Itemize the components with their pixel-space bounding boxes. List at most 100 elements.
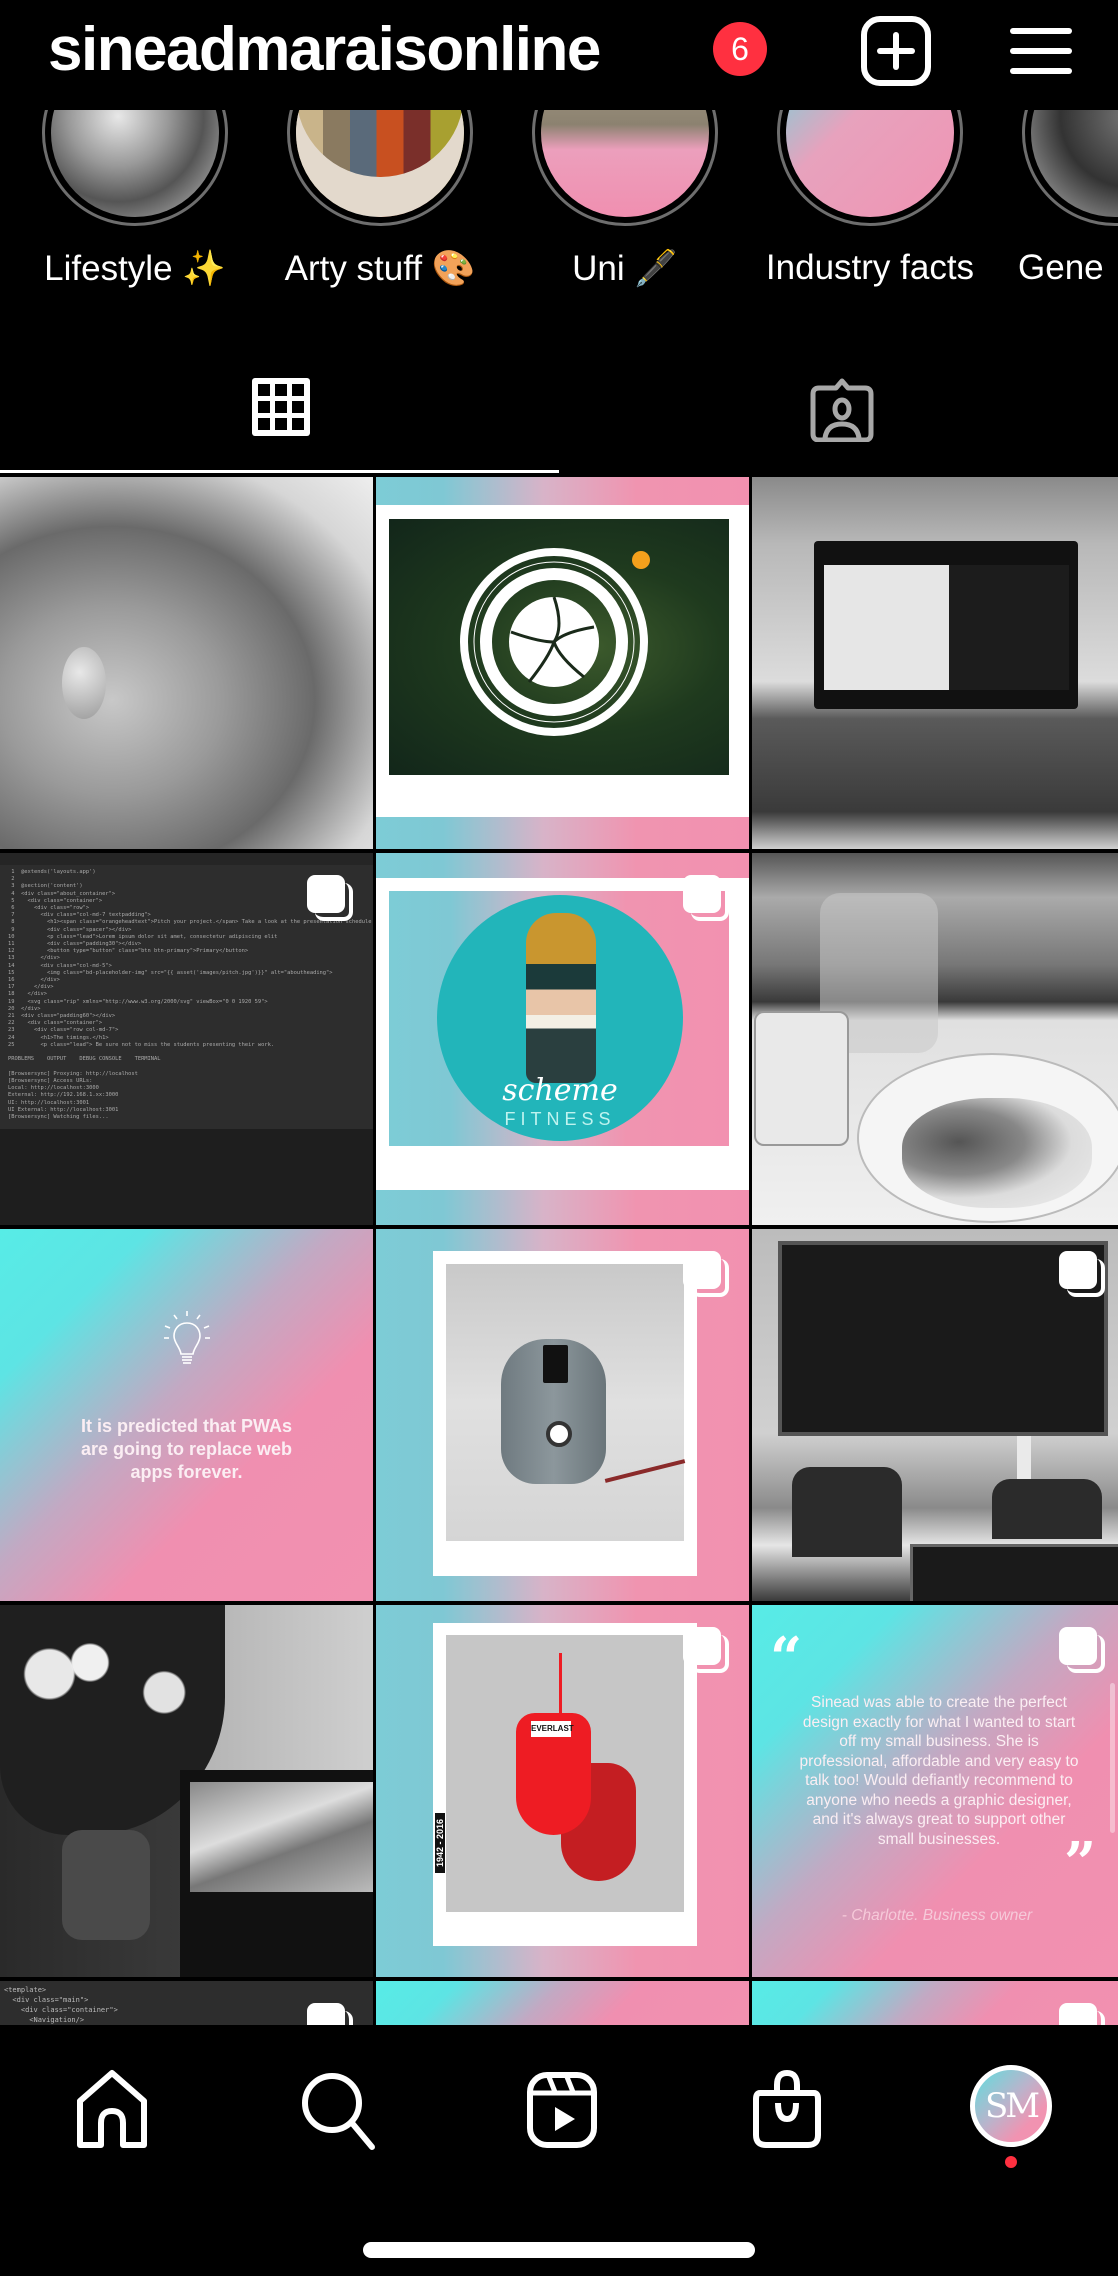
hamburger-menu-icon xyxy=(1010,28,1072,74)
post-tile[interactable] xyxy=(376,1229,749,1601)
camera-shutter-logo-icon xyxy=(460,548,648,736)
highlight-ring xyxy=(42,110,228,226)
editor-tabs-bar xyxy=(0,853,373,865)
post-tile[interactable] xyxy=(752,1981,1118,2025)
highlight-ring xyxy=(777,110,963,226)
new-post-button[interactable] xyxy=(858,13,934,89)
post-tile[interactable] xyxy=(0,477,373,849)
carousel-icon xyxy=(307,2003,355,2025)
active-tab-indicator xyxy=(0,470,559,473)
close-quote-mark: ” xyxy=(1064,1830,1097,1896)
highlight-label: Lifestyle ✨ xyxy=(44,249,226,288)
highlight-label: Uni 🖋️ xyxy=(572,249,678,288)
nav-home[interactable] xyxy=(67,2065,157,2155)
carousel-icon xyxy=(683,875,731,923)
home-icon xyxy=(77,2070,147,2148)
laptop-screen-image xyxy=(190,1782,373,1892)
highlight-label: Gene xyxy=(1018,248,1104,287)
profile-tabs xyxy=(0,350,1118,475)
bowl-food xyxy=(902,1098,1092,1208)
carousel-icon xyxy=(683,1627,731,1675)
nav-reels[interactable] xyxy=(517,2065,607,2155)
post-tile[interactable] xyxy=(0,1605,373,1977)
highlight-industry-facts[interactable]: Industry facts xyxy=(755,110,985,310)
logo-script-text: scheme xyxy=(502,1073,618,1108)
highlight-cover xyxy=(1031,110,1118,217)
laptop xyxy=(910,1544,1118,1601)
logo-subtitle-text: FITNESS xyxy=(504,1109,616,1129)
post-tile[interactable]: <template> <div class="main"> <div class… xyxy=(0,1981,373,2025)
device-heart-button xyxy=(546,1421,572,1447)
notification-badge[interactable]: 6 xyxy=(713,22,767,76)
tab-tagged[interactable] xyxy=(559,350,1118,475)
story-highlights: Lifestyle ✨ Arty stuff 🎨 Uni 🖋️ Industry… xyxy=(0,110,1118,310)
post-tile[interactable] xyxy=(376,1981,749,2025)
profile-notification-dot xyxy=(1005,2156,1017,2168)
post-tile[interactable] xyxy=(752,853,1118,1225)
profile-header: sineadmaraisonline 6 xyxy=(0,0,1118,100)
open-quote-mark: “ xyxy=(770,1625,803,1691)
scroll-indicator xyxy=(1110,1683,1115,1833)
post-tile[interactable] xyxy=(752,1229,1118,1601)
post-tile[interactable] xyxy=(752,477,1118,849)
chair-left xyxy=(792,1467,902,1557)
glove-lace xyxy=(559,1653,562,1715)
code-text: <template> <div class="main"> <div class… xyxy=(4,1986,118,2024)
highlight-cover xyxy=(786,110,954,217)
post-tile[interactable]: It is predicted that PWAs are going to r… xyxy=(0,1229,373,1601)
post-tile[interactable]: scheme FITNESS xyxy=(376,853,749,1225)
laptop-screen-left xyxy=(824,565,949,690)
highlight-cover xyxy=(296,110,464,217)
egg-ornament xyxy=(62,647,106,719)
post-tile[interactable]: EVERLAST 1942 - 2016 xyxy=(376,1605,749,1977)
years-label: 1942 - 2016 xyxy=(435,1813,445,1873)
tagged-person-icon xyxy=(810,378,874,442)
highlight-arty-stuff[interactable]: Arty stuff 🎨 xyxy=(265,110,495,310)
highlight-ring xyxy=(1022,110,1118,226)
highlight-cover xyxy=(51,110,219,217)
plus-square-icon xyxy=(861,16,931,86)
post-tile[interactable]: “ Sinead was able to create the perfect … xyxy=(752,1605,1118,1977)
mug xyxy=(754,1011,849,1146)
bottom-navigation: SM xyxy=(0,2025,1118,2276)
username-switcher[interactable]: sineadmaraisonline xyxy=(48,10,601,90)
lioness-figure xyxy=(526,913,596,1083)
highlight-label: Industry facts xyxy=(765,248,975,287)
editor-terminal xyxy=(0,1129,373,1225)
post-image-blossom xyxy=(0,477,373,849)
chair-right xyxy=(992,1479,1102,1539)
home-indicator[interactable] xyxy=(363,2242,755,2258)
shopping-bag-icon xyxy=(753,2069,821,2148)
lightbulb-icon xyxy=(164,1311,210,1364)
brand-label: EVERLAST xyxy=(531,1721,574,1737)
laptop-screen-right xyxy=(949,565,1069,690)
reels-icon xyxy=(527,2072,597,2148)
orange-dot xyxy=(632,551,650,569)
highlight-label: Arty stuff 🎨 xyxy=(284,249,476,288)
post-tile[interactable] xyxy=(376,477,749,849)
menu-button[interactable] xyxy=(1003,13,1079,89)
carousel-icon xyxy=(683,1251,731,1299)
carousel-icon xyxy=(1059,1627,1107,1675)
testimonial-text: Sinead was able to create the perfect de… xyxy=(799,1694,1079,1848)
vase xyxy=(62,1830,150,1940)
grid-icon xyxy=(252,378,310,436)
highlight-ring xyxy=(287,110,473,226)
testimonial-author: - Charlotte. Business owner xyxy=(841,1907,1033,1924)
fact-text: It is predicted that PWAs are going to r… xyxy=(80,1416,293,1482)
nav-search[interactable] xyxy=(292,2065,382,2155)
post-tile[interactable]: 1 @extends('layouts.app') 2 3 @section('… xyxy=(0,853,373,1225)
highlight-uni[interactable]: Uni 🖋️ xyxy=(510,110,740,310)
nav-profile-avatar[interactable]: SM xyxy=(970,2065,1052,2147)
highlight-cover xyxy=(541,110,709,217)
search-icon xyxy=(302,2073,375,2150)
nav-shop[interactable] xyxy=(742,2065,832,2155)
carousel-icon xyxy=(307,875,355,923)
device-screen xyxy=(543,1345,568,1383)
highlight-lifestyle[interactable]: Lifestyle ✨ xyxy=(20,110,250,310)
highlight-ring xyxy=(532,110,718,226)
carousel-icon xyxy=(1059,2003,1107,2025)
highlight-general[interactable]: Gene xyxy=(1000,110,1118,310)
tab-posts-grid[interactable] xyxy=(0,350,559,475)
carousel-icon xyxy=(1059,1251,1107,1299)
